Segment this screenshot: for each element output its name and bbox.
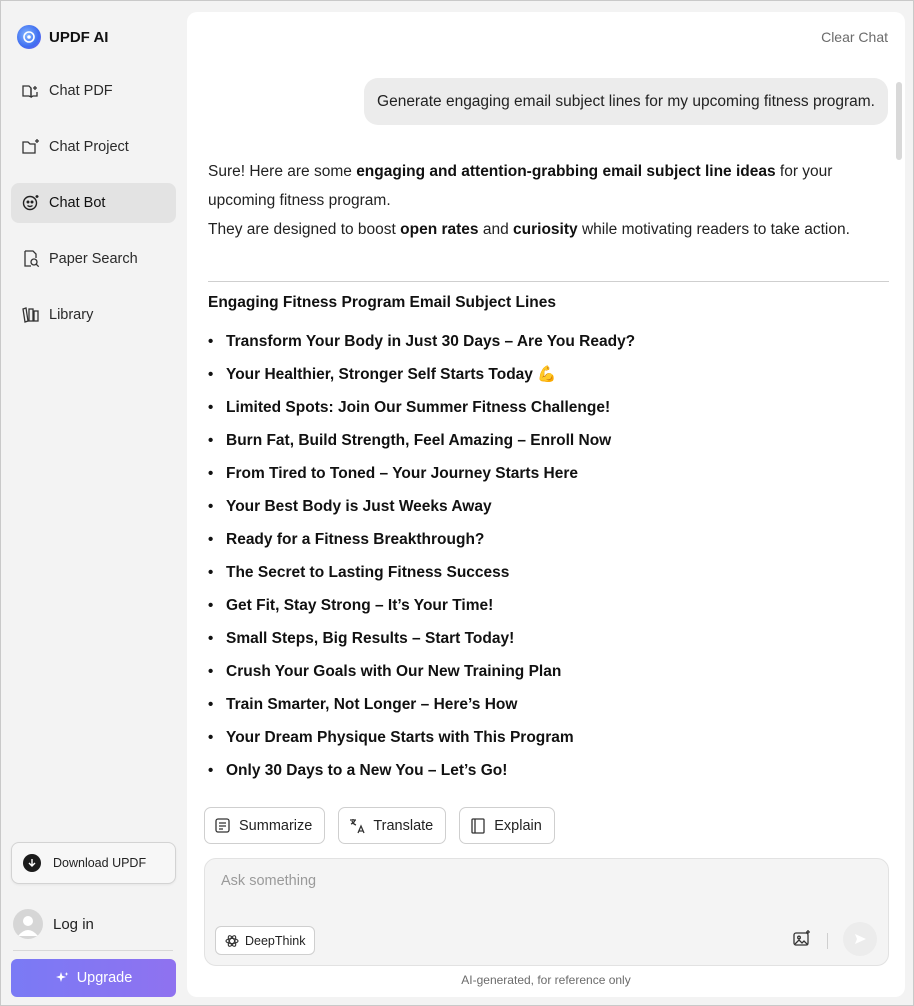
summarize-button[interactable]: Summarize — [204, 807, 326, 844]
sidebar-item-library[interactable]: Library — [11, 295, 176, 335]
sidebar-divider — [13, 950, 173, 951]
sidebar-item-label: Chat PDF — [49, 83, 113, 99]
chat-composer: DeepThink — [204, 858, 889, 966]
folder-sparkle-icon — [22, 139, 39, 154]
clear-chat-button[interactable]: Clear Chat — [821, 29, 888, 45]
list-item: • Only 30 Days to a New You – Let’s Go! — [208, 761, 508, 780]
sidebar-item-label: Chat Bot — [49, 195, 106, 211]
scrollbar[interactable] — [896, 82, 902, 160]
doc-search-icon — [24, 250, 40, 268]
list-item: • Get Fit, Stay Strong – It’s Your Time! — [208, 596, 494, 615]
answer-paragraph-2: They are designed to boost open rates an… — [208, 221, 850, 238]
list-item: • The Secret to Lasting Fitness Success — [208, 563, 510, 582]
sidebar-item-label: Chat Project — [49, 139, 129, 155]
composer-divider — [827, 933, 828, 949]
bot-face-icon — [22, 195, 39, 211]
login-label: Log in — [53, 915, 94, 933]
list-item: • Crush Your Goals with Our New Training … — [208, 662, 562, 681]
explain-button[interactable]: Explain — [459, 807, 555, 844]
sidebar: UPDF AI Chat PDF Chat Project Chat Bot P… — [1, 1, 187, 1006]
user-message: Generate engaging email subject lines fo… — [364, 78, 888, 125]
list-item: • Your Dream Physique Starts with This Pr… — [208, 728, 574, 747]
disclaimer: AI-generated, for reference only — [461, 973, 631, 987]
send-icon — [855, 934, 866, 944]
sparkle-icon — [55, 972, 69, 982]
chat-panel: Clear Chat Generate engaging email subje… — [187, 12, 905, 997]
list-item: • Transform Your Body in Just 30 Days – A… — [208, 332, 636, 351]
translate-icon — [350, 818, 365, 833]
book-icon — [471, 817, 485, 834]
list-title: Engaging Fitness Program Email Subject L… — [208, 294, 556, 311]
list-item: • Limited Spots: Join Our Summer Fitness … — [208, 398, 611, 417]
list-item: • From Tired to Toned – Your Journey Star… — [208, 464, 578, 483]
library-icon — [22, 307, 39, 323]
book-sparkle-icon — [22, 85, 38, 99]
upgrade-button[interactable]: Upgrade — [11, 959, 176, 997]
sidebar-item-chat-project[interactable]: Chat Project — [11, 127, 176, 167]
download-label: Download UPDF — [53, 856, 147, 870]
sidebar-item-chat-bot[interactable]: Chat Bot — [11, 183, 176, 223]
updf-logo-icon — [17, 25, 41, 49]
app-window: UPDF AI Chat PDF Chat Project Chat Bot P… — [0, 0, 914, 1006]
image-upload-icon[interactable] — [792, 929, 812, 954]
list-item: • Your Best Body is Just Weeks Away — [208, 497, 492, 516]
ask-input[interactable] — [221, 873, 821, 889]
list-item: • Small Steps, Big Results – Start Today! — [208, 629, 515, 648]
send-button[interactable] — [843, 922, 877, 956]
atom-icon — [225, 934, 239, 947]
divider — [208, 281, 889, 282]
login-button[interactable]: Log in — [13, 909, 94, 939]
upgrade-label: Upgrade — [76, 970, 133, 986]
list-item: • Your Healthier, Stronger Self Starts To… — [208, 366, 557, 383]
sidebar-item-label: Paper Search — [49, 251, 138, 267]
download-updf-button[interactable]: Download UPDF — [11, 842, 176, 884]
list-item: • Train Smarter, Not Longer – Here’s How — [208, 695, 518, 714]
sidebar-item-chat-pdf[interactable]: Chat PDF — [11, 71, 176, 111]
sidebar-item-label: Library — [49, 307, 94, 323]
assistant-answer: Sure! Here are some engaging and attenti… — [208, 157, 889, 244]
sidebar-nav: Chat PDF Chat Project Chat Bot Paper Sea… — [11, 71, 176, 351]
brand: UPDF AI — [17, 25, 108, 49]
avatar-icon — [13, 909, 43, 939]
sidebar-item-paper-search[interactable]: Paper Search — [11, 239, 176, 279]
subject-list: • Transform Your Body in Just 30 Days – A… — [208, 325, 635, 787]
summarize-icon — [215, 817, 230, 833]
quick-actions: Summarize Translate Explain — [204, 807, 555, 844]
app-name: UPDF AI — [49, 28, 109, 46]
deepthink-toggle[interactable]: DeepThink — [215, 926, 316, 955]
list-item: • Ready for a Fitness Breakthrough? — [208, 530, 485, 549]
download-icon — [23, 854, 41, 872]
translate-button[interactable]: Translate — [338, 807, 447, 844]
list-item: • Burn Fat, Build Strength, Feel Amazing … — [208, 431, 612, 450]
answer-paragraph-1: Sure! Here are some engaging and attenti… — [208, 163, 833, 209]
